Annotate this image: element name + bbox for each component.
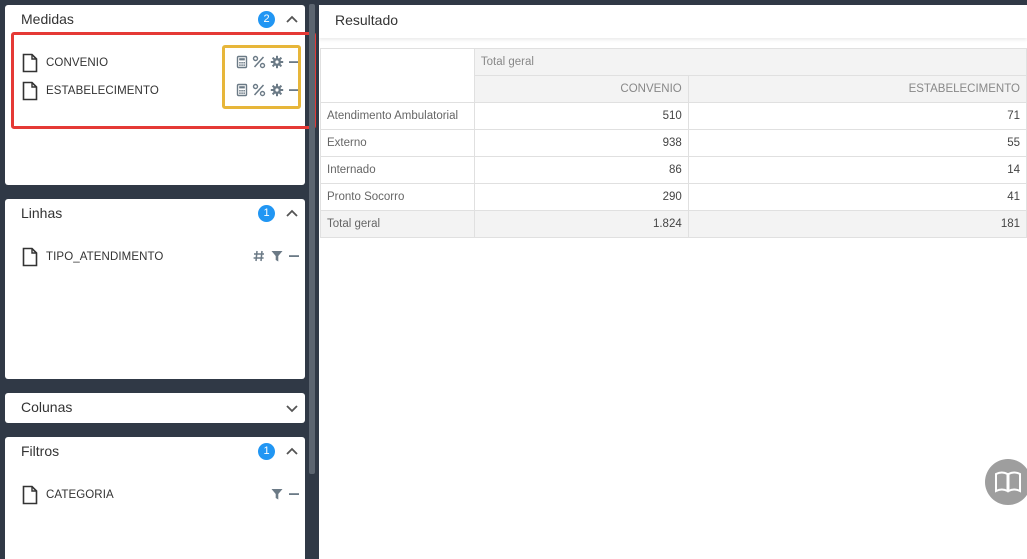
row-field-label: TIPO_ATENDIMENTO [46,251,164,263]
filters-panel: Filtros 1 CATEGORIA [5,437,305,559]
column-header-convenio[interactable]: CONVENIO [473,75,689,103]
remove-icon[interactable] [287,249,301,263]
result-header: Resultado [319,5,1027,38]
book-icon [995,471,1021,493]
table-row: Externo 938 55 [320,129,1027,157]
group-header-cell[interactable]: Total geral [473,48,1027,76]
columns-panel: Colunas [5,393,305,423]
chevron-up-icon[interactable] [285,445,299,459]
chevron-up-icon[interactable] [285,13,299,27]
table-cell: 510 [473,102,689,130]
total-row: Total geral 1.824 181 [320,210,1027,238]
filter-field-categoria[interactable]: CATEGORIA [22,485,302,507]
row-label[interactable]: Internado [320,156,475,184]
rows-count-badge: 1 [258,205,275,222]
rows-panel-header[interactable]: Linhas 1 [5,199,305,229]
table-cell: 290 [473,183,689,211]
table-header-row: Total geral [320,48,1027,103]
help-book-button[interactable] [985,459,1027,505]
measures-panel-header[interactable]: Medidas 2 [5,5,305,35]
chevron-up-icon[interactable] [285,207,299,221]
corner-cell [320,48,475,103]
document-icon [22,485,38,505]
document-icon [22,247,38,267]
row-field-tipo-atendimento[interactable]: TIPO_ATENDIMENTO [22,247,302,269]
remove-icon[interactable] [287,487,301,501]
sidebar-scrollbar[interactable] [309,4,315,474]
table-cell: 14 [687,156,1027,184]
measures-panel-title: Medidas [21,11,74,27]
columns-panel-header[interactable]: Colunas [5,393,305,423]
rows-panel: Linhas 1 TIPO_ATENDIMENTO [5,199,305,379]
columns-panel-title: Colunas [21,399,73,415]
table-cell: 938 [473,129,689,157]
result-title: Resultado [335,12,399,28]
result-pane: Resultado Total geral CONVENIO ESTABELEC… [319,5,1027,559]
hash-icon[interactable] [252,249,266,263]
pivot-table: Total geral CONVENIO ESTABELECIMENTO Ate… [320,48,1027,238]
table-cell: 55 [687,129,1027,157]
column-header-estabelecimento[interactable]: ESTABELECIMENTO [687,75,1027,103]
filter-icon[interactable] [270,487,284,501]
filters-panel-title: Filtros [21,443,60,459]
filters-count-badge: 1 [258,443,275,460]
total-row-label: Total geral [320,210,475,238]
table-row: Internado 86 14 [320,156,1027,184]
row-label[interactable]: Externo [320,129,475,157]
table-cell: 86 [473,156,689,184]
table-row: Atendimento Ambulatorial 510 71 [320,102,1027,130]
table-row: Pronto Socorro 290 41 [320,183,1027,211]
table-cell: 41 [687,183,1027,211]
chevron-down-icon[interactable] [285,401,299,415]
measures-count-badge: 2 [258,11,275,28]
highlight-gold-box [222,45,301,109]
filters-panel-header[interactable]: Filtros 1 [5,437,305,467]
row-label[interactable]: Atendimento Ambulatorial [320,102,475,130]
filter-icon[interactable] [270,249,284,263]
rows-panel-title: Linhas [21,205,63,221]
total-cell: 1.824 [473,210,689,238]
row-label[interactable]: Pronto Socorro [320,183,475,211]
table-cell: 71 [687,102,1027,130]
filter-field-label: CATEGORIA [46,489,114,501]
total-cell: 181 [687,210,1027,238]
